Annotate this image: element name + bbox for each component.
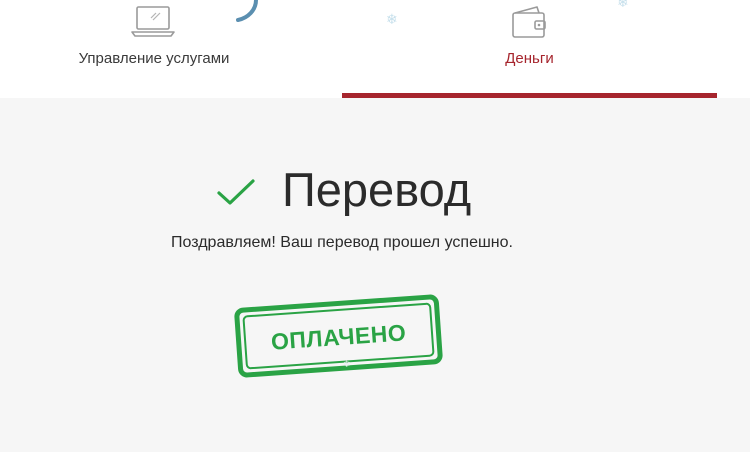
- tab-label: Управление услугами: [78, 50, 230, 67]
- checkmark-icon: [217, 179, 255, 205]
- success-message: Поздравляем! Ваш перевод прошел успешно.: [171, 234, 513, 251]
- wallet-icon: [512, 6, 546, 38]
- paid-stamp: ОПЛАЧЕНО: [233, 293, 444, 379]
- page-title: Перевод: [282, 163, 472, 216]
- tab-label: Деньги: [505, 50, 554, 67]
- tab-services-management[interactable]: Управление услугами: [0, 0, 340, 98]
- page-heading: Перевод: [216, 158, 536, 228]
- active-tab-indicator: [342, 93, 717, 98]
- tab-money[interactable]: Деньги: [342, 0, 717, 98]
- top-navigation: ❄ ❄ Управление услугами Деньги: [0, 0, 750, 98]
- laptop-icon: [131, 6, 175, 37]
- snowflake-icon: ❄: [343, 360, 351, 370]
